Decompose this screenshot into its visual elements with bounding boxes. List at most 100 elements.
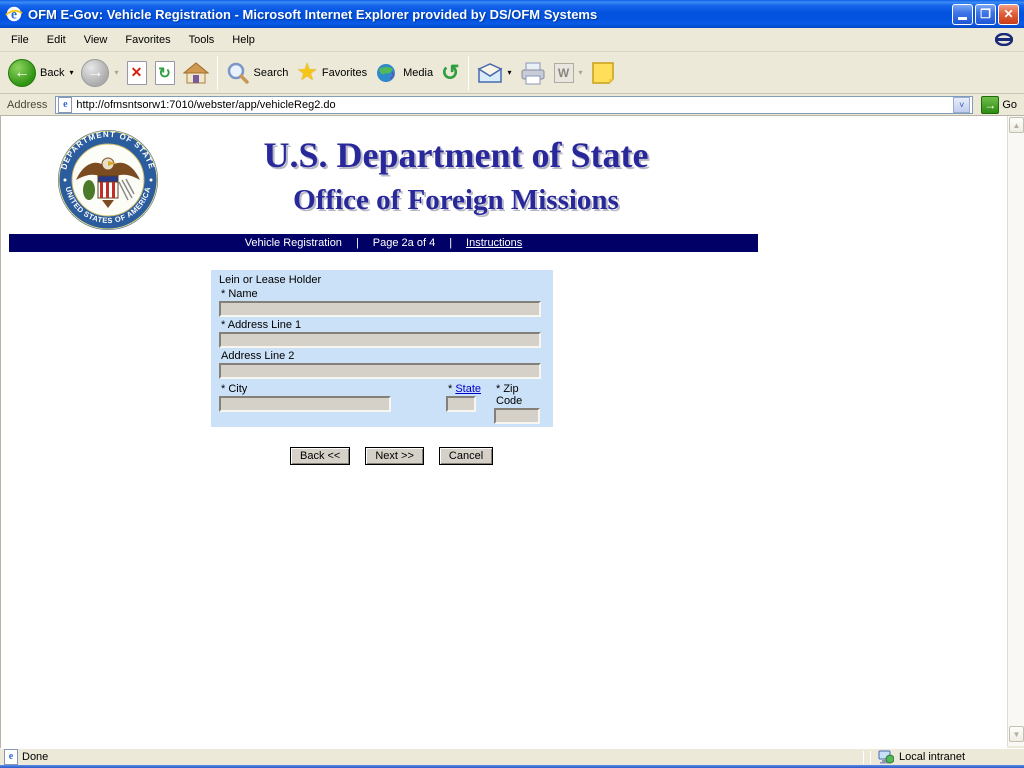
window-title: OFM E-Gov: Vehicle Registration - Micros… <box>28 6 598 22</box>
next-page-button[interactable]: Next >> <box>365 447 424 465</box>
print-icon <box>521 62 545 84</box>
address-bar: Address e http://ofmsntsorw1:7010/webste… <box>0 94 1024 116</box>
zip-field[interactable] <box>494 408 540 424</box>
search-button[interactable]: Search <box>222 59 293 87</box>
page-content: DEPARTMENT OF STATE UNITED STATES OF AME… <box>0 116 1007 748</box>
group-label: Lein or Lease Holder <box>219 274 322 286</box>
menu-tools[interactable]: Tools <box>180 31 224 49</box>
svg-text:e: e <box>11 7 17 22</box>
scroll-down-icon[interactable]: ▼ <box>1009 726 1024 742</box>
restore-button[interactable]: ❐ <box>975 3 996 25</box>
status-divider <box>863 750 864 764</box>
discuss-button[interactable] <box>587 59 619 87</box>
favorites-button[interactable]: ★ Favorites <box>292 56 371 89</box>
vertical-scrollbar[interactable]: ▲ ▼ <box>1007 116 1024 746</box>
nav-separator: | <box>355 237 359 249</box>
favorites-star-icon: ★ <box>296 59 318 86</box>
favorites-label: Favorites <box>321 66 368 79</box>
zone-label: Local intranet <box>899 751 966 763</box>
address-input[interactable]: e http://ofmsntsorw1:7010/webster/app/ve… <box>55 95 974 114</box>
go-arrow-icon: → <box>981 95 1000 114</box>
status-page-icon: e <box>4 749 18 765</box>
forward-dropdown-icon: ▾ <box>114 68 119 77</box>
history-icon: ↺ <box>441 59 460 85</box>
address-label: Address <box>7 98 48 111</box>
back-label: Back <box>40 66 65 79</box>
home-button[interactable] <box>179 59 213 87</box>
nav-page-indicator: Page 2a of 4 <box>372 237 436 249</box>
mail-dropdown-icon[interactable]: ▾ <box>508 68 512 77</box>
menu-edit[interactable]: Edit <box>38 31 75 49</box>
mail-icon <box>476 62 503 83</box>
page-heading: U.S. Department of State Office of Forei… <box>181 134 731 217</box>
menu-file[interactable]: File <box>2 31 38 49</box>
refresh-button[interactable]: ↻ <box>151 59 179 87</box>
home-icon <box>182 61 209 83</box>
address-dropdown-icon[interactable]: ˅ <box>953 96 971 113</box>
agency-title: U.S. Department of State <box>263 135 649 175</box>
back-button[interactable]: ← Back ▾ <box>4 57 77 89</box>
print-button[interactable] <box>516 59 550 87</box>
stop-icon: ✕ <box>126 60 147 85</box>
forward-button[interactable]: → ▾ <box>77 57 122 89</box>
mail-button[interactable]: ▾ <box>473 61 516 85</box>
note-icon <box>591 61 614 84</box>
menu-help[interactable]: Help <box>223 31 264 49</box>
menu-view[interactable]: View <box>75 31 117 49</box>
instructions-link[interactable]: Instructions <box>466 237 522 249</box>
address2-label: Address Line 2 <box>221 350 295 362</box>
local-intranet-icon <box>878 750 894 764</box>
city-field[interactable] <box>219 396 391 412</box>
scroll-up-icon[interactable]: ▲ <box>1009 117 1024 133</box>
media-icon: ♪ <box>377 63 396 82</box>
browser-window: e OFM E-Gov: Vehicle Registration - Micr… <box>0 0 1024 768</box>
address1-label: * Address Line 1 <box>221 319 302 331</box>
history-button[interactable]: ↺ <box>437 58 463 88</box>
toolbar-separator <box>216 55 218 90</box>
standard-buttons-toolbar: ← Back ▾ → ▾ ✕ ↻ Search ★ Favorites ♪ Me… <box>0 52 1024 94</box>
stop-button[interactable]: ✕ <box>123 59 151 87</box>
name-field[interactable] <box>219 301 541 317</box>
status-divider <box>870 750 871 764</box>
lien-holder-form-panel: Lein or Lease Holder * Name * Address Li… <box>211 270 553 427</box>
ie-logo-icon: e <box>5 7 23 22</box>
edit-with-word-button[interactable]: W ▾ <box>550 61 587 85</box>
menu-favorites[interactable]: Favorites <box>116 31 179 49</box>
back-dropdown-icon[interactable]: ▾ <box>69 68 73 77</box>
state-field[interactable] <box>446 396 476 412</box>
form-buttons: Back << Next >> Cancel <box>290 447 494 465</box>
name-label: * Name <box>221 288 258 300</box>
back-icon: ← <box>8 58 36 87</box>
media-button[interactable]: ♪ Media <box>371 59 437 87</box>
nav-separator: | <box>449 237 453 249</box>
status-text: Done <box>22 751 49 763</box>
brand-icon <box>994 33 1014 47</box>
forward-icon: → <box>81 58 110 87</box>
back-page-button[interactable]: Back << <box>290 447 351 465</box>
status-bar: e Done Local intranet <box>0 748 1024 765</box>
department-of-state-seal: DEPARTMENT OF STATE UNITED STATES OF AME… <box>56 128 160 237</box>
address2-field[interactable] <box>219 363 541 379</box>
address1-field[interactable] <box>219 332 541 348</box>
go-button[interactable]: → Go <box>977 95 1021 114</box>
menu-bar: File Edit View Favorites Tools Help <box>0 28 1024 52</box>
refresh-icon: ↻ <box>154 60 175 85</box>
edit-dropdown-icon: ▾ <box>578 68 583 77</box>
minimize-button[interactable] <box>952 3 973 25</box>
go-label: Go <box>1002 98 1017 111</box>
cancel-button[interactable]: Cancel <box>438 447 494 465</box>
close-button[interactable]: ✕ <box>998 3 1019 25</box>
nav-section-label: Vehicle Registration <box>244 237 342 249</box>
security-zone: Local intranet <box>874 750 1024 764</box>
toolbar-separator <box>467 55 469 90</box>
zip-label: * Zip Code <box>496 383 523 407</box>
page-icon: e <box>58 96 73 113</box>
address-url[interactable]: http://ofmsntsorw1:7010/webster/app/vehi… <box>76 99 953 111</box>
svg-text:♪: ♪ <box>389 67 396 82</box>
page-navigation-bar: Vehicle Registration | Page 2a of 4 | In… <box>9 234 758 252</box>
media-label: Media <box>403 66 434 79</box>
state-link[interactable]: State <box>455 383 481 395</box>
title-bar: e OFM E-Gov: Vehicle Registration - Micr… <box>0 0 1024 28</box>
minimize-glyph <box>958 16 967 20</box>
city-label: * City <box>221 383 248 395</box>
